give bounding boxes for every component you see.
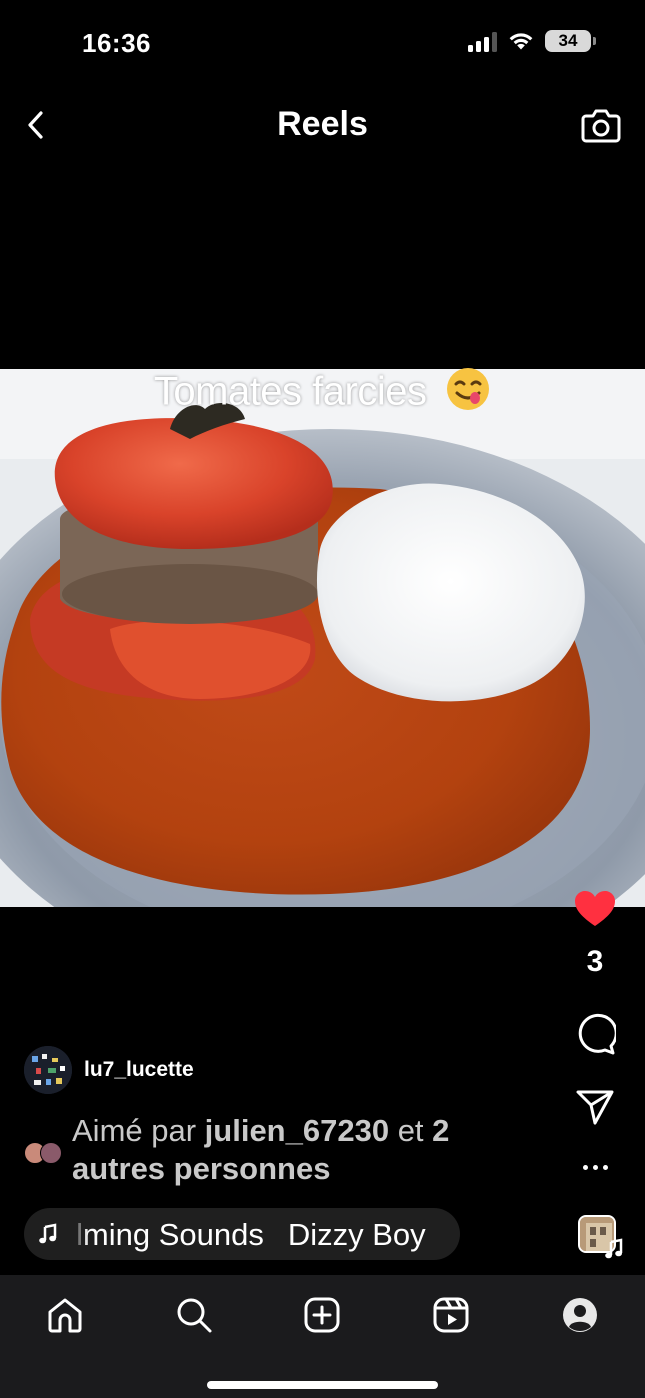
liked-by-user[interactable]: julien_67230 xyxy=(205,1113,389,1148)
home-icon xyxy=(48,1298,82,1333)
liked-by-avatars xyxy=(24,1142,64,1166)
paper-plane-icon xyxy=(576,1090,614,1125)
more-horizontal-icon xyxy=(582,1164,588,1170)
author-row[interactable]: lu7_lucette xyxy=(24,1046,194,1094)
nav-home[interactable] xyxy=(43,1293,87,1337)
status-indicators: 34 xyxy=(468,30,596,52)
cellular-signal-icon xyxy=(468,30,497,52)
audio-track-name: lming Sounds xyxy=(76,1217,264,1252)
audio-artist: Dizzy Boy xyxy=(287,1217,426,1252)
food-photo xyxy=(0,369,645,907)
bottom-nav xyxy=(0,1275,645,1398)
camera-button[interactable] xyxy=(579,103,623,147)
overlay-caption: Tomates farcies xyxy=(0,366,645,422)
nav-reels[interactable] xyxy=(429,1293,473,1337)
reels-header: Reels xyxy=(0,95,645,155)
wifi-icon xyxy=(509,33,533,50)
profile-icon xyxy=(563,1298,597,1332)
page-title: Reels xyxy=(277,105,368,143)
nav-search[interactable] xyxy=(172,1293,216,1337)
status-bar: 16:36 34 xyxy=(0,0,645,88)
avatar[interactable] xyxy=(24,1046,72,1094)
plus-square-icon xyxy=(304,1297,340,1333)
nav-profile[interactable] xyxy=(558,1293,602,1337)
search-icon xyxy=(177,1298,212,1333)
face-savoring-food-emoji xyxy=(445,366,491,422)
battery-icon: 34 xyxy=(545,30,596,52)
nav-create[interactable] xyxy=(300,1293,344,1337)
liked-by-text: Aimé par julien_67230 et 2 autres person… xyxy=(72,1113,450,1186)
battery-level: 34 xyxy=(558,31,578,50)
reels-icon xyxy=(433,1297,469,1333)
reel-video[interactable] xyxy=(0,369,645,907)
share-button[interactable] xyxy=(571,1083,619,1131)
comment-button[interactable] xyxy=(571,1010,619,1058)
status-time: 16:36 xyxy=(82,28,151,58)
avatar xyxy=(40,1142,62,1164)
comment-bubble-icon xyxy=(578,1013,616,1055)
more-options-button[interactable] xyxy=(571,1147,619,1187)
like-button[interactable] xyxy=(571,885,619,933)
like-count: 3 xyxy=(586,945,604,978)
music-note-icon xyxy=(36,1220,60,1248)
audio-track-marquee: lming Sounds Dizzy Boy xyxy=(74,1208,454,1260)
home-indicator[interactable] xyxy=(207,1381,438,1389)
overlay-caption-text: Tomates farcies xyxy=(153,369,427,414)
music-note-icon xyxy=(604,1238,624,1265)
camera-icon xyxy=(581,109,621,143)
heart-filled-icon xyxy=(575,891,615,926)
audio-pill[interactable]: lming Sounds Dizzy Boy xyxy=(24,1208,460,1260)
username[interactable]: lu7_lucette xyxy=(84,1058,194,1082)
